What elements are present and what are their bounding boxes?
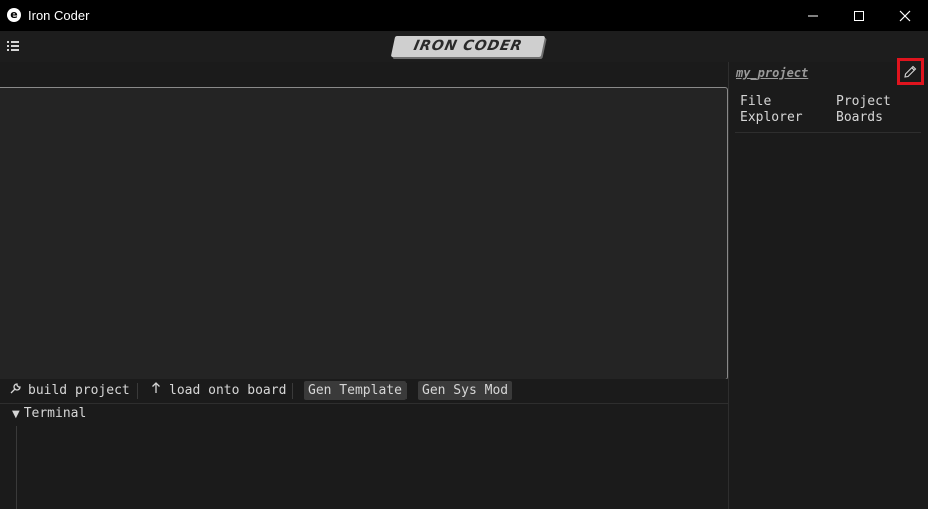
terminal-indent-line bbox=[16, 426, 17, 509]
close-icon bbox=[899, 10, 911, 21]
toolbar-separator bbox=[292, 383, 293, 399]
window-titlebar: e Iron Coder bbox=[0, 0, 928, 31]
load-onto-board-button[interactable]: load onto board bbox=[149, 382, 286, 400]
minimize-button[interactable] bbox=[790, 0, 836, 31]
tab-file-explorer-line1: File bbox=[740, 94, 772, 109]
window-title: Iron Coder bbox=[28, 8, 90, 23]
toolbar-separator bbox=[406, 383, 407, 399]
project-name[interactable]: my_project bbox=[736, 66, 808, 80]
build-project-button[interactable]: build project bbox=[8, 382, 130, 400]
tab-project-boards-line1: Project bbox=[836, 94, 891, 109]
wrench-icon bbox=[8, 382, 22, 400]
build-toolbar: build project load onto board Gen Templa… bbox=[0, 379, 728, 404]
maximize-icon bbox=[854, 10, 864, 21]
build-project-label: build project bbox=[28, 383, 130, 398]
edit-project-button[interactable] bbox=[897, 58, 924, 85]
gen-sys-mod-button[interactable]: Gen Sys Mod bbox=[418, 381, 513, 400]
iron-coder-logo: IRON CODER bbox=[390, 36, 546, 57]
close-button[interactable] bbox=[882, 0, 928, 31]
load-onto-board-label: load onto board bbox=[169, 383, 287, 398]
minimize-icon bbox=[808, 15, 818, 16]
editor-tab-strip bbox=[0, 62, 728, 86]
triangle-down-icon: ▼ bbox=[12, 409, 20, 420]
sidebar-tab-divider bbox=[735, 132, 921, 133]
gen-template-button[interactable]: Gen Template bbox=[304, 381, 406, 400]
arrow-up-icon bbox=[149, 382, 163, 400]
app-icon: e bbox=[7, 8, 21, 22]
toolbar-separator bbox=[137, 383, 138, 399]
tab-project-boards[interactable]: Project Boards bbox=[836, 94, 891, 126]
list-icon[interactable] bbox=[7, 40, 19, 52]
code-editor[interactable] bbox=[0, 87, 728, 380]
maximize-button[interactable] bbox=[836, 0, 882, 31]
tab-file-explorer[interactable]: File Explorer bbox=[740, 94, 803, 126]
tab-project-boards-line2: Boards bbox=[836, 110, 883, 125]
pencil-icon bbox=[904, 65, 917, 78]
project-sidebar: my_project File Explorer Project Boards bbox=[729, 58, 928, 509]
terminal-panel: ▼ Terminal bbox=[0, 404, 728, 509]
menubar: IRON CODER bbox=[0, 31, 928, 63]
terminal-label: Terminal bbox=[23, 406, 87, 421]
tab-file-explorer-line2: Explorer bbox=[740, 110, 803, 125]
terminal-toggle[interactable]: ▼ Terminal bbox=[12, 406, 86, 421]
